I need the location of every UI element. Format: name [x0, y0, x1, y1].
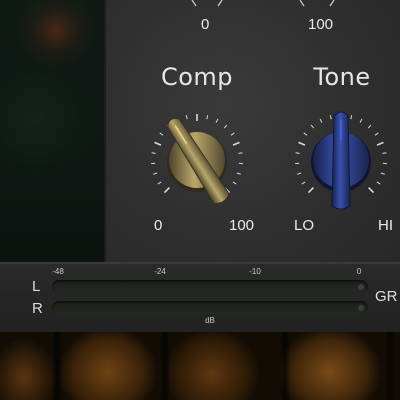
knob-scale-tick — [163, 187, 170, 194]
meter-unit-label: dB — [205, 316, 215, 325]
knob-scale-tick — [232, 141, 240, 146]
comp-knob[interactable] — [142, 110, 252, 220]
knob-scale-tick — [303, 132, 308, 136]
top-partial-scale-marks — [191, 0, 335, 7]
knob-scale-tick — [215, 118, 219, 123]
meter-channel-right-label: R — [32, 300, 43, 317]
background-left-panel — [0, 0, 104, 262]
knob-scale-tick — [223, 124, 228, 129]
knob-scale-tick — [153, 172, 158, 175]
knob-scale-tick — [159, 132, 164, 136]
knob-scale-tick — [154, 141, 162, 146]
knob-scale-tick — [236, 172, 241, 175]
meter-bar-right-indicator — [358, 305, 364, 311]
comp-min-label: 0 — [154, 217, 163, 234]
background-divider — [280, 332, 290, 400]
background-divider — [160, 332, 170, 400]
knob-scale-tick — [380, 172, 385, 175]
knob-scale-tick — [368, 187, 375, 194]
tone-max-label: HI — [378, 217, 393, 234]
knob-scale-tick — [359, 118, 363, 123]
knob-pointer — [331, 111, 351, 210]
knob-scale-tick — [374, 132, 379, 136]
knob-scale-tick — [319, 118, 323, 123]
knob-scale-tick — [329, 115, 332, 120]
knob-scale-tick — [376, 181, 381, 185]
comp-knob-title: Comp — [160, 63, 234, 91]
knob-scale-tick — [297, 172, 302, 175]
knob-scale-tick — [382, 152, 387, 154]
knob-scale-tick — [295, 152, 300, 154]
knob-scale-tick — [298, 141, 306, 146]
knob-scale-tick — [230, 132, 235, 136]
meter-tick-label: -24 — [154, 267, 166, 276]
knob-scale-tick — [310, 124, 315, 129]
knob-scale-tick — [157, 181, 162, 185]
knob-scale-tick — [185, 115, 188, 120]
knob-scale-tick — [301, 181, 306, 185]
background-divider — [385, 332, 395, 400]
tone-knob-title: Tone — [313, 63, 371, 91]
gain-reduction-label: GR — [375, 288, 398, 305]
background-divider — [52, 332, 62, 400]
meter-tick-label: -10 — [249, 267, 261, 276]
tone-knob[interactable] — [286, 110, 396, 220]
knob-scale-tick — [151, 152, 156, 154]
knob-scale-tick — [350, 115, 353, 120]
meter-channel-left-label: L — [32, 278, 41, 295]
knob-scale-tick — [376, 141, 384, 146]
meter-tick-label: -48 — [52, 267, 64, 276]
knob-scale-tick — [307, 187, 314, 194]
meter-tick-label: 0 — [356, 267, 362, 276]
knob-scale-tick — [206, 115, 209, 120]
tone-min-label: LO — [294, 217, 315, 234]
knob-scale-tick — [238, 152, 243, 154]
meter-bar-left — [52, 280, 368, 294]
knob-scale-tick — [367, 124, 372, 129]
meter-bar-left-indicator — [358, 284, 364, 290]
meter-bar-right — [52, 301, 368, 315]
knob-scale-tick — [232, 181, 237, 185]
comp-max-label: 100 — [229, 217, 255, 234]
